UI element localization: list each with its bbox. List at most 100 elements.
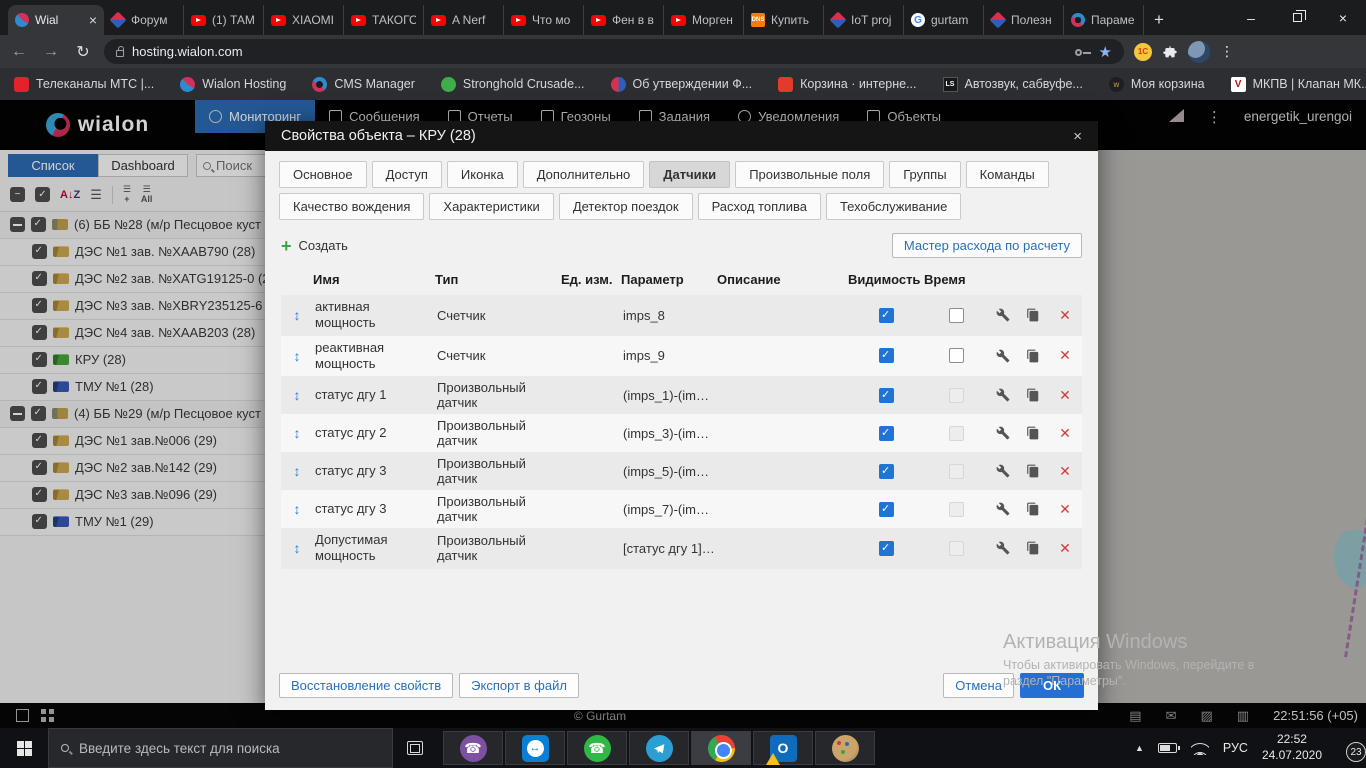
telegram-app-button[interactable] [629, 731, 689, 765]
delete-icon[interactable]: ✕ [1048, 497, 1082, 522]
bookmark-item[interactable]: Корзина · интерне... [778, 77, 916, 92]
address-bar[interactable]: hosting.wialon.com ★ [104, 39, 1124, 64]
tab-commands[interactable]: Команды [966, 161, 1049, 188]
tab-custom-fields[interactable]: Произвольные поля [735, 161, 884, 188]
visibility-checkbox[interactable] [879, 348, 894, 363]
tab-general[interactable]: Основное [279, 161, 367, 188]
tab-driving-quality[interactable]: Качество вождения [279, 193, 424, 220]
tab-advanced[interactable]: Дополнительно [523, 161, 645, 188]
browser-tab[interactable]: Что мо [504, 5, 584, 35]
drag-handle-icon[interactable]: ↕ [281, 497, 313, 521]
edit-wrench-icon[interactable] [988, 304, 1018, 326]
visibility-checkbox[interactable] [879, 502, 894, 517]
copy-icon[interactable] [1018, 345, 1048, 367]
copy-icon[interactable] [1018, 422, 1048, 444]
copy-icon[interactable] [1018, 460, 1048, 482]
browser-tab-active[interactable]: Wial × [8, 5, 104, 35]
battery-icon[interactable] [1158, 743, 1177, 753]
fuel-wizard-button[interactable]: Мастер расхода по расчету [892, 233, 1082, 258]
browser-tab[interactable]: IoT proj [824, 5, 904, 35]
delete-icon[interactable]: ✕ [1048, 303, 1082, 328]
delete-icon[interactable]: ✕ [1048, 383, 1082, 408]
copy-icon[interactable] [1018, 537, 1048, 559]
visibility-checkbox[interactable] [879, 541, 894, 556]
start-button[interactable] [0, 728, 48, 768]
ok-button[interactable]: ОК [1020, 673, 1084, 698]
create-sensor-button[interactable]: Создать [299, 238, 348, 253]
tab-profile[interactable]: Характеристики [429, 193, 553, 220]
copy-icon[interactable] [1018, 384, 1048, 406]
bookmark-item[interactable]: VМКПВ | Клапан МК... [1231, 77, 1366, 92]
wifi-icon[interactable] [1191, 742, 1209, 755]
copy-icon[interactable] [1018, 304, 1048, 326]
notification-center-icon[interactable]: 23 [1336, 740, 1356, 756]
paint-app-button[interactable] [815, 731, 875, 765]
browser-menu-icon[interactable]: ⋮ [1220, 43, 1234, 60]
time-checkbox[interactable] [949, 348, 964, 363]
delete-icon[interactable]: ✕ [1048, 536, 1082, 561]
edit-wrench-icon[interactable] [988, 384, 1018, 406]
edit-wrench-icon[interactable] [988, 460, 1018, 482]
language-indicator[interactable]: РУС [1223, 741, 1248, 755]
back-icon[interactable]: ← [8, 43, 30, 61]
restore-properties-button[interactable]: Восстановление свойств [279, 673, 453, 698]
cancel-button[interactable]: Отмена [943, 673, 1014, 698]
export-to-file-button[interactable]: Экспорт в файл [459, 673, 579, 698]
bookmark-star-icon[interactable]: ★ [1099, 43, 1112, 61]
drag-handle-icon[interactable]: ↕ [281, 344, 313, 368]
password-key-icon[interactable] [1075, 45, 1091, 59]
browser-tab[interactable]: Полезн [984, 5, 1064, 35]
drag-handle-icon[interactable]: ↕ [281, 536, 313, 560]
browser-tab[interactable]: Форум [104, 5, 184, 35]
profile-avatar[interactable] [1188, 41, 1210, 63]
bookmark-item[interactable]: Stronghold Crusade... [441, 77, 585, 92]
copy-icon[interactable] [1018, 498, 1048, 520]
browser-tab[interactable]: Параме [1064, 5, 1144, 35]
new-tab-button[interactable]: + [1154, 10, 1164, 30]
restore-button[interactable] [1274, 0, 1320, 35]
drag-handle-icon[interactable]: ↕ [281, 303, 313, 327]
time-checkbox[interactable] [949, 308, 964, 323]
edit-wrench-icon[interactable] [988, 498, 1018, 520]
outlook-app-button[interactable]: O [753, 731, 813, 765]
tab-sensors[interactable]: Датчики [649, 161, 730, 188]
drag-handle-icon[interactable]: ↕ [281, 459, 313, 483]
browser-tab[interactable]: DNSКупить [744, 5, 824, 35]
tab-close-icon[interactable]: × [89, 13, 97, 27]
browser-tab[interactable]: (1) ТАМ [184, 5, 264, 35]
tab-icon[interactable]: Иконка [447, 161, 518, 188]
task-view-button[interactable] [393, 728, 437, 768]
whatsapp-app-button[interactable]: ☎ [567, 731, 627, 765]
visibility-checkbox[interactable] [879, 464, 894, 479]
browser-tab[interactable]: ТАКОГО [344, 5, 424, 35]
bookmark-item[interactable]: Телеканалы МТС |... [14, 77, 154, 92]
tray-expand-icon[interactable]: ▲ [1135, 743, 1144, 753]
tab-groups[interactable]: Группы [889, 161, 960, 188]
browser-tab[interactable]: A Nerf [424, 5, 504, 35]
bookmark-item[interactable]: CMS Manager [312, 77, 415, 92]
browser-tab[interactable]: XIAOMI [264, 5, 344, 35]
forward-icon[interactable]: → [40, 43, 62, 61]
dialog-close-icon[interactable]: × [1073, 128, 1082, 145]
edit-wrench-icon[interactable] [988, 537, 1018, 559]
visibility-checkbox[interactable] [879, 308, 894, 323]
delete-icon[interactable]: ✕ [1048, 343, 1082, 368]
browser-tab[interactable]: Фен в в [584, 5, 664, 35]
url-text[interactable]: hosting.wialon.com [132, 44, 1067, 59]
tab-access[interactable]: Доступ [372, 161, 442, 188]
tab-fuel-consumption[interactable]: Расход топлива [698, 193, 821, 220]
browser-tab[interactable]: Ggurtam [904, 5, 984, 35]
plus-icon[interactable]: + [281, 239, 292, 253]
viber-app-button[interactable]: ☎ [443, 731, 503, 765]
clock[interactable]: 22:52 24.07.2020 [1262, 732, 1322, 763]
drag-handle-icon[interactable]: ↕ [281, 421, 313, 445]
chrome-app-button[interactable] [691, 731, 751, 765]
delete-icon[interactable]: ✕ [1048, 421, 1082, 446]
bookmark-item[interactable]: LSАвтозвук, сабвуфе... [943, 77, 1083, 92]
visibility-checkbox[interactable] [879, 426, 894, 441]
edit-wrench-icon[interactable] [988, 422, 1018, 444]
minimize-button[interactable]: – [1228, 0, 1274, 35]
visibility-checkbox[interactable] [879, 388, 894, 403]
delete-icon[interactable]: ✕ [1048, 459, 1082, 484]
tab-trip-detector[interactable]: Детектор поездок [559, 193, 693, 220]
